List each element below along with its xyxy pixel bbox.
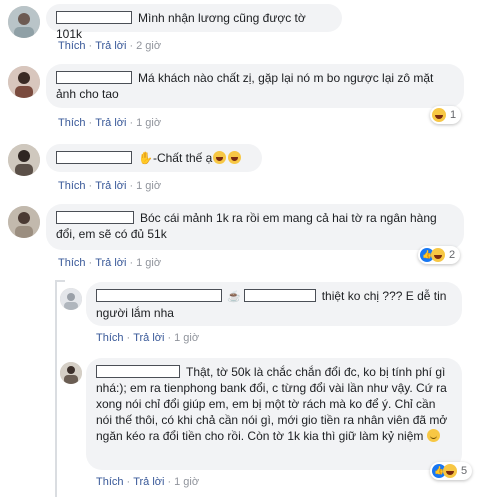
comment-bubble: ✋-Chất thế ạ xyxy=(46,144,262,172)
reply-thread-line xyxy=(55,280,57,497)
comment-actions: Thích · Trả lời · 2 giờ xyxy=(58,40,161,52)
separator: · xyxy=(126,332,131,344)
like-link[interactable]: Thích xyxy=(58,180,86,192)
laughing-emoji-icon xyxy=(213,151,227,164)
reply-link[interactable]: Trả lời xyxy=(133,332,164,344)
avatar[interactable] xyxy=(8,66,40,98)
coffee-icon: ☕ xyxy=(227,291,241,303)
timestamp[interactable]: 2 giờ xyxy=(136,40,161,52)
comment-actions: Thích · Trả lời · 1 giờ xyxy=(58,257,161,269)
separator: · xyxy=(126,476,131,488)
redacted-author-name[interactable] xyxy=(96,289,222,302)
like-link[interactable]: Thích xyxy=(96,332,124,344)
reply-thread-connector xyxy=(55,280,65,282)
reply-link[interactable]: Trả lời xyxy=(95,40,126,52)
haha-reaction-icon xyxy=(432,108,446,122)
timestamp[interactable]: 1 giờ xyxy=(174,476,199,488)
reply-bubble: ☕ thiệt ko chị ??? E dễ tin người lắm nha xyxy=(86,282,462,326)
separator: · xyxy=(129,257,134,269)
avatar[interactable] xyxy=(8,6,40,38)
laughing-emoji-icon xyxy=(228,151,242,164)
smiling-emoji-icon xyxy=(427,429,441,442)
comment-actions: Thích · Trả lời · 1 giờ xyxy=(58,180,161,192)
timestamp[interactable]: 1 giờ xyxy=(136,180,161,192)
comment-actions: Thích · Trả lời · 1 giờ xyxy=(96,332,199,344)
reaction-summary[interactable]: 1 xyxy=(430,106,462,124)
avatar[interactable] xyxy=(60,362,82,384)
reaction-count: 2 xyxy=(449,249,456,261)
reply-link[interactable]: Trả lời xyxy=(95,257,126,269)
separator: · xyxy=(88,117,93,129)
comment-bubble: Bóc cái mảnh 1k ra rồi em mang cả hai tờ… xyxy=(46,204,464,250)
separator: · xyxy=(129,40,134,52)
redacted-author-name[interactable] xyxy=(56,151,132,164)
timestamp[interactable]: 1 giờ xyxy=(136,117,161,129)
comment-text: -Chất thế ạ xyxy=(152,151,213,165)
reply-link[interactable]: Trả lời xyxy=(95,180,126,192)
haha-reaction-icon xyxy=(431,248,445,262)
separator: · xyxy=(129,180,134,192)
reply-link[interactable]: Trả lời xyxy=(133,476,164,488)
like-link[interactable]: Thích xyxy=(96,476,124,488)
haha-reaction-icon xyxy=(443,464,457,478)
like-link[interactable]: Thích xyxy=(58,40,86,52)
separator: · xyxy=(88,180,93,192)
reaction-summary[interactable]: 👍 5 xyxy=(430,462,473,480)
reply-bubble: Thật, tờ 50k là chắc chắn đổi đc, ko bị … xyxy=(86,358,462,470)
like-link[interactable]: Thích xyxy=(58,117,86,129)
separator: · xyxy=(129,117,134,129)
like-link[interactable]: Thích xyxy=(58,257,86,269)
waving-hand-icon: ✋ xyxy=(138,151,153,165)
timestamp[interactable]: 1 giờ xyxy=(136,257,161,269)
separator: · xyxy=(88,257,93,269)
comment-bubble: Má khách nào chất zị, gặp lại nó m bo ng… xyxy=(46,64,464,108)
redacted-author-name[interactable] xyxy=(96,365,180,378)
separator: · xyxy=(167,476,172,488)
avatar[interactable] xyxy=(60,288,82,310)
redacted-author-name[interactable] xyxy=(56,211,134,224)
redacted-author-name[interactable] xyxy=(56,71,132,84)
comment-bubble: Mình nhận lương cũng được tờ 101k xyxy=(46,4,342,41)
avatar[interactable] xyxy=(8,144,40,176)
timestamp[interactable]: 1 giờ xyxy=(174,332,199,344)
reaction-count: 1 xyxy=(450,109,457,121)
comment-actions: Thích · Trả lời · 1 giờ xyxy=(96,476,199,488)
redacted-mention-name[interactable] xyxy=(243,289,316,302)
separator: · xyxy=(167,332,172,344)
separator: · xyxy=(88,40,93,52)
comment-actions: Thích · Trả lời · 1 giờ xyxy=(58,117,161,129)
reaction-count: 5 xyxy=(461,465,468,477)
redacted-author-name[interactable] xyxy=(56,11,132,24)
reaction-summary[interactable]: 👍 2 xyxy=(418,246,461,264)
reply-link[interactable]: Trả lời xyxy=(95,117,126,129)
avatar[interactable] xyxy=(8,206,40,238)
